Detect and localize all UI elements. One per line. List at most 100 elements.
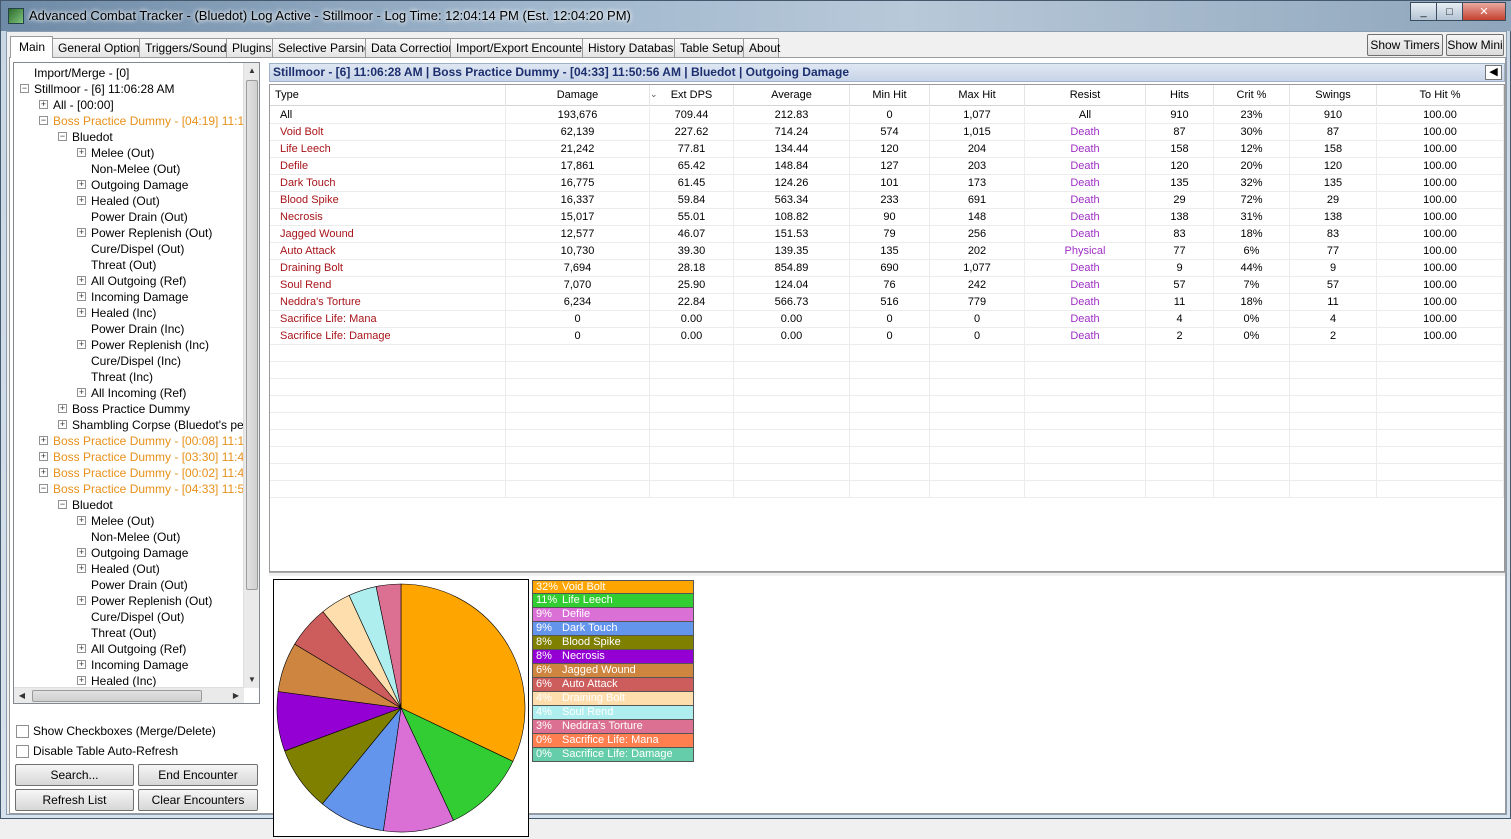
table-row[interactable]: Defile 17,861 65.42 148.84 127 203 Death 120 20%…: [270, 158, 1504, 175]
tree-node[interactable]: All Outgoing (Ref): [91, 273, 186, 289]
maximize-button[interactable]: □: [1436, 2, 1463, 21]
title-bar[interactable]: Advanced Combat Tracker - (Bluedot) Log …: [1, 1, 1511, 31]
collapse-icon[interactable]: −: [58, 500, 67, 509]
table-row[interactable]: Dark Touch 16,775 61.45 124.26 101 173 Death 13…: [270, 175, 1504, 192]
column-header-to-hit-[interactable]: To Hit %: [1377, 85, 1504, 106]
tab-general-options[interactable]: General Options: [52, 38, 145, 58]
tree-node[interactable]: Melee (Out): [91, 513, 154, 529]
tree-node[interactable]: Incoming Damage: [91, 657, 188, 673]
expand-icon[interactable]: +: [77, 660, 86, 669]
tree-node[interactable]: Incoming Damage: [91, 289, 188, 305]
tab-import-export-encounters[interactable]: Import/Export Encounters: [450, 38, 592, 58]
minimize-button[interactable]: _: [1410, 2, 1437, 21]
expand-icon[interactable]: +: [77, 644, 86, 653]
table-row[interactable]: Blood Spike 16,337 59.84 563.34 233 691 Death 2…: [270, 192, 1504, 209]
close-button[interactable]: ✕: [1462, 2, 1506, 21]
checkbox[interactable]: [16, 745, 29, 758]
expand-icon[interactable]: +: [39, 452, 48, 461]
tree-node[interactable]: Healed (Inc): [91, 673, 156, 688]
show-mini-button[interactable]: Show Mini: [1446, 34, 1504, 56]
table-row[interactable]: Life Leech 21,242 77.81 134.44 120 204 Death 15…: [270, 141, 1504, 158]
expand-icon[interactable]: +: [77, 196, 86, 205]
tree-node[interactable]: Outgoing Damage: [91, 177, 188, 193]
column-header-min-hit[interactable]: Min Hit: [850, 85, 930, 106]
clear-encounters-button[interactable]: Clear Encounters: [138, 789, 258, 811]
column-header-crit-[interactable]: Crit %: [1214, 85, 1290, 106]
expand-icon[interactable]: +: [77, 148, 86, 157]
expand-icon[interactable]: +: [77, 228, 86, 237]
tab-main[interactable]: Main: [10, 36, 53, 58]
table-row[interactable]: Jagged Wound 12,577 46.07 151.53 79 256 Death 8…: [270, 226, 1504, 243]
table-row[interactable]: Necrosis 15,017 55.01 108.82 90 148 Death 138 31…: [270, 209, 1504, 226]
expand-icon[interactable]: +: [77, 516, 86, 525]
column-header-swings[interactable]: Swings: [1290, 85, 1377, 106]
table-row[interactable]: Void Bolt 62,139 227.62 714.24 574 1,015 Death…: [270, 124, 1504, 141]
tree-node[interactable]: Boss Practice Dummy - [00:08] 11:19:5: [53, 433, 244, 449]
column-header-resist[interactable]: Resist: [1025, 85, 1146, 106]
tree-node[interactable]: Power Drain (Out): [91, 209, 188, 225]
scroll-right-arrow-icon[interactable]: ▶: [228, 688, 244, 703]
show-timers-button[interactable]: Show Timers: [1367, 34, 1443, 56]
table-row[interactable]: Auto Attack 10,730 39.30 139.35 135 202 Physic…: [270, 243, 1504, 260]
tree-node[interactable]: Bluedot: [72, 497, 113, 513]
expand-icon[interactable]: +: [77, 676, 86, 685]
table-row[interactable]: All 193,676 709.44 212.83 0 1,077 All 910 23% 910…: [270, 107, 1504, 124]
tree-node[interactable]: Power Drain (Inc): [91, 321, 184, 337]
tab-about[interactable]: About: [743, 38, 780, 58]
checkbox[interactable]: [16, 725, 29, 738]
expand-icon[interactable]: +: [58, 404, 67, 413]
collapse-icon[interactable]: −: [39, 116, 48, 125]
tree-node[interactable]: All - [00:00]: [53, 97, 114, 113]
tree-node[interactable]: Shambling Corpse (Bluedot's pet): [72, 417, 244, 433]
show-checkboxes-option[interactable]: Show Checkboxes (Merge/Delete): [16, 723, 216, 739]
column-header-max-hit[interactable]: Max Hit: [930, 85, 1025, 106]
expand-icon[interactable]: +: [77, 308, 86, 317]
tree-node[interactable]: Outgoing Damage: [91, 545, 188, 561]
tree-node[interactable]: Power Replenish (Out): [91, 225, 212, 241]
disable-refresh-option[interactable]: Disable Table Auto-Refresh: [16, 743, 178, 759]
encounter-tree[interactable]: Import/Merge - [0] − Stillmoor - [6] 11:06…: [13, 62, 260, 704]
damage-table[interactable]: Type Damage Ext DPS Average Min Hit Max Hit Re…: [269, 84, 1505, 572]
expand-icon[interactable]: +: [77, 564, 86, 573]
tree-node[interactable]: Healed (Inc): [91, 305, 156, 321]
scroll-up-arrow-icon[interactable]: ▲: [244, 63, 259, 79]
expand-icon[interactable]: +: [77, 388, 86, 397]
tree-node[interactable]: Healed (Out): [91, 193, 160, 209]
tree-node[interactable]: Power Replenish (Out): [91, 593, 212, 609]
hscroll-thumb[interactable]: [32, 690, 202, 702]
tree-horizontal-scrollbar[interactable]: ◀ ▶: [14, 687, 244, 703]
table-row[interactable]: Draining Bolt 7,694 28.18 854.89 690 1,077 Dea…: [270, 260, 1504, 277]
panel-splitter[interactable]: [269, 572, 1505, 576]
tab-selective-parsing[interactable]: Selective Parsing: [272, 38, 371, 58]
tree-node[interactable]: All Outgoing (Ref): [91, 641, 186, 657]
expand-icon[interactable]: +: [77, 548, 86, 557]
tree-node[interactable]: Power Drain (Out): [91, 577, 188, 593]
scroll-down-arrow-icon[interactable]: ▼: [244, 672, 259, 688]
tree-node[interactable]: Threat (Out): [91, 625, 156, 641]
column-header-damage[interactable]: Damage: [506, 85, 650, 106]
tree-node[interactable]: Boss Practice Dummy - [04:19] 11:15:3: [53, 113, 244, 129]
column-header-average[interactable]: Average: [734, 85, 850, 106]
tree-node[interactable]: All Incoming (Ref): [91, 385, 186, 401]
table-row[interactable]: Sacrifice Life: Damage 0 0.00 0.00 0 0 Death 2 0…: [270, 328, 1504, 345]
tab-triggers-sounds[interactable]: Triggers/Sounds: [139, 38, 233, 58]
refresh-list-button[interactable]: Refresh List: [15, 789, 134, 811]
end-encounter-button[interactable]: End Encounter: [138, 764, 258, 786]
column-header-type[interactable]: Type: [270, 85, 506, 106]
tree-node[interactable]: Import/Merge - [0]: [34, 65, 129, 81]
expand-icon[interactable]: +: [77, 340, 86, 349]
scroll-thumb[interactable]: [246, 80, 258, 590]
tab-history-database[interactable]: History Database: [582, 38, 680, 58]
scroll-left-arrow-icon[interactable]: ◀: [14, 688, 30, 703]
expand-icon[interactable]: +: [58, 420, 67, 429]
table-row[interactable]: Soul Rend 7,070 25.90 124.04 76 242 Death 57 7% 5…: [270, 277, 1504, 294]
tree-node[interactable]: Melee (Out): [91, 145, 154, 161]
tree-node[interactable]: Power Replenish (Inc): [91, 337, 209, 353]
tree-node[interactable]: Stillmoor - [6] 11:06:28 AM: [34, 81, 175, 97]
tree-node[interactable]: Cure/Dispel (Out): [91, 241, 184, 257]
collapse-icon[interactable]: −: [58, 132, 67, 141]
table-row[interactable]: Sacrifice Life: Mana 0 0.00 0.00 0 0 Death 4 0% 4…: [270, 311, 1504, 328]
tree-node[interactable]: Bluedot: [72, 129, 113, 145]
tree-node[interactable]: Healed (Out): [91, 561, 160, 577]
tree-vertical-scrollbar[interactable]: ▲ ▼: [243, 63, 259, 688]
